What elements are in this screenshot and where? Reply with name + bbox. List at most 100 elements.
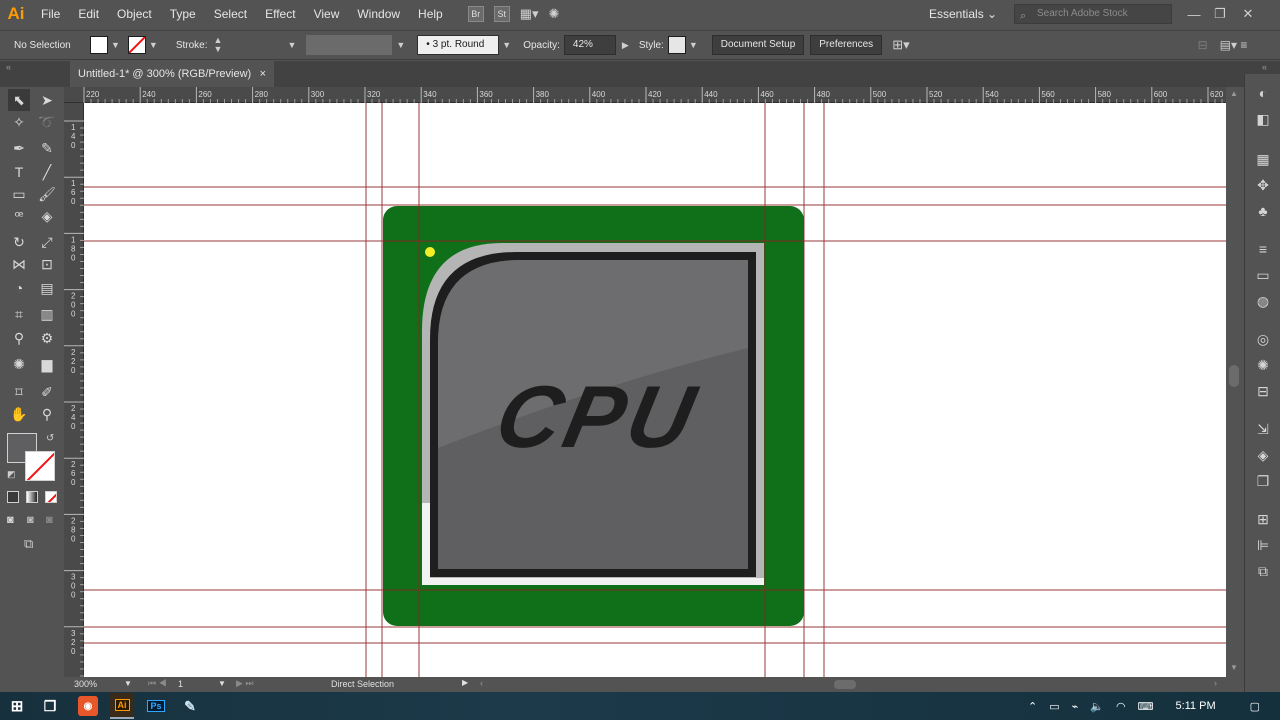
- menu-effect[interactable]: Effect: [256, 0, 304, 28]
- magic-wand-tool-icon[interactable]: ✧: [8, 111, 30, 133]
- mesh-tool-icon[interactable]: ⌗: [8, 303, 30, 325]
- transparency-panel-icon[interactable]: ◍: [1254, 292, 1272, 310]
- zoom-tool-icon[interactable]: ⚲: [36, 403, 58, 425]
- align-panel-icon[interactable]: ⊫: [1254, 536, 1272, 554]
- asset-export-icon[interactable]: ⊟: [1254, 382, 1272, 400]
- input-method-icon[interactable]: ⌨: [1138, 700, 1154, 713]
- none-mode-icon[interactable]: [45, 491, 57, 503]
- chevron-down-icon[interactable]: ▼: [396, 40, 405, 50]
- artboard-nav-last-icon[interactable]: ▶ ⏭: [236, 678, 254, 689]
- swap-fill-stroke-icon[interactable]: ↺: [46, 433, 54, 444]
- symbol-sprayer-tool-icon[interactable]: ✺: [8, 353, 30, 375]
- artboards-panel-icon[interactable]: ❐: [1254, 472, 1272, 490]
- artboard-canvas[interactable]: CPU: [84, 103, 1226, 677]
- line-segment-tool-icon[interactable]: ╱: [36, 161, 58, 183]
- graphic-style-swatch[interactable]: [667, 36, 686, 54]
- chevron-down-icon[interactable]: ▼: [111, 40, 120, 50]
- volume-icon[interactable]: 🔈: [1090, 700, 1104, 713]
- clock[interactable]: 5:11 PM: [1175, 700, 1215, 712]
- restore-button[interactable]: ❐: [1208, 0, 1232, 28]
- hand-tool-icon[interactable]: ✋: [8, 403, 30, 425]
- menu-edit[interactable]: Edit: [69, 0, 108, 28]
- pen-tool-icon[interactable]: ✒: [8, 137, 30, 159]
- blend-tool-icon[interactable]: ⚙: [36, 327, 58, 349]
- slice-tool-icon[interactable]: ✐: [36, 381, 58, 403]
- wifi-icon[interactable]: ◠: [1116, 700, 1126, 713]
- gpu-performance-icon[interactable]: ✺: [549, 6, 560, 22]
- vertical-scroll-thumb[interactable]: [1229, 365, 1239, 387]
- graphic-styles-panel-icon[interactable]: ✺: [1254, 356, 1272, 374]
- menu-type[interactable]: Type: [161, 0, 205, 28]
- eraser-tool-icon[interactable]: ◈: [36, 205, 58, 227]
- align-icon[interactable]: ⊞▾: [892, 37, 909, 53]
- horizontal-ruler[interactable]: 220 240 260 280 300 320 340 360 380 400 420 440 460 4…: [64, 87, 1258, 103]
- scroll-down-icon[interactable]: ▼: [1230, 663, 1238, 672]
- fill-swatch[interactable]: [90, 36, 108, 54]
- menu-window[interactable]: Window: [348, 0, 409, 28]
- gradient-tool-icon[interactable]: ▥: [36, 303, 58, 325]
- close-tab-icon[interactable]: ×: [260, 61, 266, 87]
- opacity-input[interactable]: 42%: [563, 35, 616, 55]
- scroll-up-icon[interactable]: ▲: [1230, 89, 1238, 98]
- bridge-icon[interactable]: Br: [467, 6, 484, 22]
- appearance-panel-icon[interactable]: ◎: [1254, 330, 1272, 348]
- selection-tool-icon[interactable]: ⬉: [8, 89, 30, 111]
- brush-definition[interactable]: • 3 pt. Round: [417, 35, 500, 55]
- taskbar-photoshop[interactable]: Ps: [146, 696, 166, 716]
- curvature-tool-icon[interactable]: ✎: [36, 137, 58, 159]
- firefox-icon[interactable]: ◉: [78, 696, 98, 716]
- menu-select[interactable]: Select: [205, 0, 256, 28]
- color-panel-icon[interactable]: ◐: [1254, 84, 1272, 102]
- live-corner-widget[interactable]: [425, 247, 435, 257]
- close-button[interactable]: ✕: [1236, 0, 1260, 28]
- scroll-left-icon[interactable]: ‹: [480, 678, 483, 688]
- type-tool-icon[interactable]: T: [8, 161, 30, 183]
- lasso-tool-icon[interactable]: ➰: [36, 111, 58, 133]
- color-guide-icon[interactable]: ◧: [1254, 110, 1272, 128]
- network-icon[interactable]: ▭: [1049, 700, 1059, 713]
- cpu-artwork[interactable]: CPU: [84, 103, 1226, 677]
- rectangle-tool-icon[interactable]: ▭: [8, 183, 30, 205]
- chevron-down-icon[interactable]: ▼: [218, 679, 226, 688]
- variable-width-profile[interactable]: [306, 35, 393, 55]
- chevron-down-icon[interactable]: ▼: [149, 40, 158, 50]
- document-tab[interactable]: Untitled-1* @ 300% (RGB/Preview) ×: [70, 61, 274, 87]
- brushes-panel-icon[interactable]: ✥: [1254, 176, 1272, 194]
- layers-panel-icon[interactable]: ◈: [1254, 446, 1272, 464]
- draw-behind-icon[interactable]: ◙: [27, 514, 34, 526]
- draw-normal-icon[interactable]: ◙: [7, 514, 14, 526]
- task-view-icon[interactable]: ❐: [40, 696, 60, 716]
- arrange-documents-icon[interactable]: ▦▾: [520, 6, 539, 22]
- show-hidden-icons-icon[interactable]: ⌃: [1028, 700, 1037, 713]
- shape-builder-tool-icon[interactable]: ◔: [8, 277, 30, 299]
- menu-help[interactable]: Help: [409, 0, 452, 28]
- color-mode-icon[interactable]: [7, 491, 19, 503]
- screen-mode-icon[interactable]: ⧉: [24, 536, 33, 552]
- chevron-down-icon[interactable]: ▼: [689, 40, 698, 50]
- default-fill-stroke-icon[interactable]: ◩: [7, 469, 16, 480]
- windows-start-icon[interactable]: ⊞: [7, 696, 27, 716]
- artboard-number[interactable]: 1: [178, 679, 183, 689]
- cpu-label[interactable]: CPU: [488, 367, 707, 466]
- menu-object[interactable]: Object: [108, 0, 161, 28]
- scale-tool-icon[interactable]: ⤢: [36, 231, 58, 253]
- stroke-color-swatch[interactable]: [25, 451, 55, 481]
- collapse-toolbar-icon[interactable]: «: [6, 62, 11, 72]
- transform-panel-icon[interactable]: ⊞: [1254, 510, 1272, 528]
- notifications-icon[interactable]: ▢: [1250, 700, 1260, 713]
- chevron-down-icon[interactable]: ▼: [502, 40, 511, 50]
- artboard-tool-icon[interactable]: ⌑: [8, 381, 30, 403]
- swatches-panel-icon[interactable]: ▦: [1254, 150, 1272, 168]
- draw-inside-icon[interactable]: ◙: [46, 514, 53, 526]
- search-adobe-stock-input[interactable]: ⌕ Search Adobe Stock: [1014, 4, 1172, 24]
- stroke-weight-input[interactable]: [230, 36, 285, 54]
- status-menu-icon[interactable]: ▶: [462, 678, 468, 687]
- perspective-grid-tool-icon[interactable]: ▤: [36, 277, 58, 299]
- pathfinder-panel-icon[interactable]: ⧉: [1254, 562, 1272, 580]
- menu-file[interactable]: File: [32, 0, 69, 28]
- chevron-right-icon[interactable]: ▶: [622, 40, 629, 51]
- rotate-tool-icon[interactable]: ↻: [8, 231, 30, 253]
- symbols-panel-icon[interactable]: ♣: [1254, 202, 1272, 220]
- gradient-panel-icon[interactable]: ▭: [1254, 266, 1272, 284]
- paintbrush-tool-icon[interactable]: 🖌: [36, 183, 58, 205]
